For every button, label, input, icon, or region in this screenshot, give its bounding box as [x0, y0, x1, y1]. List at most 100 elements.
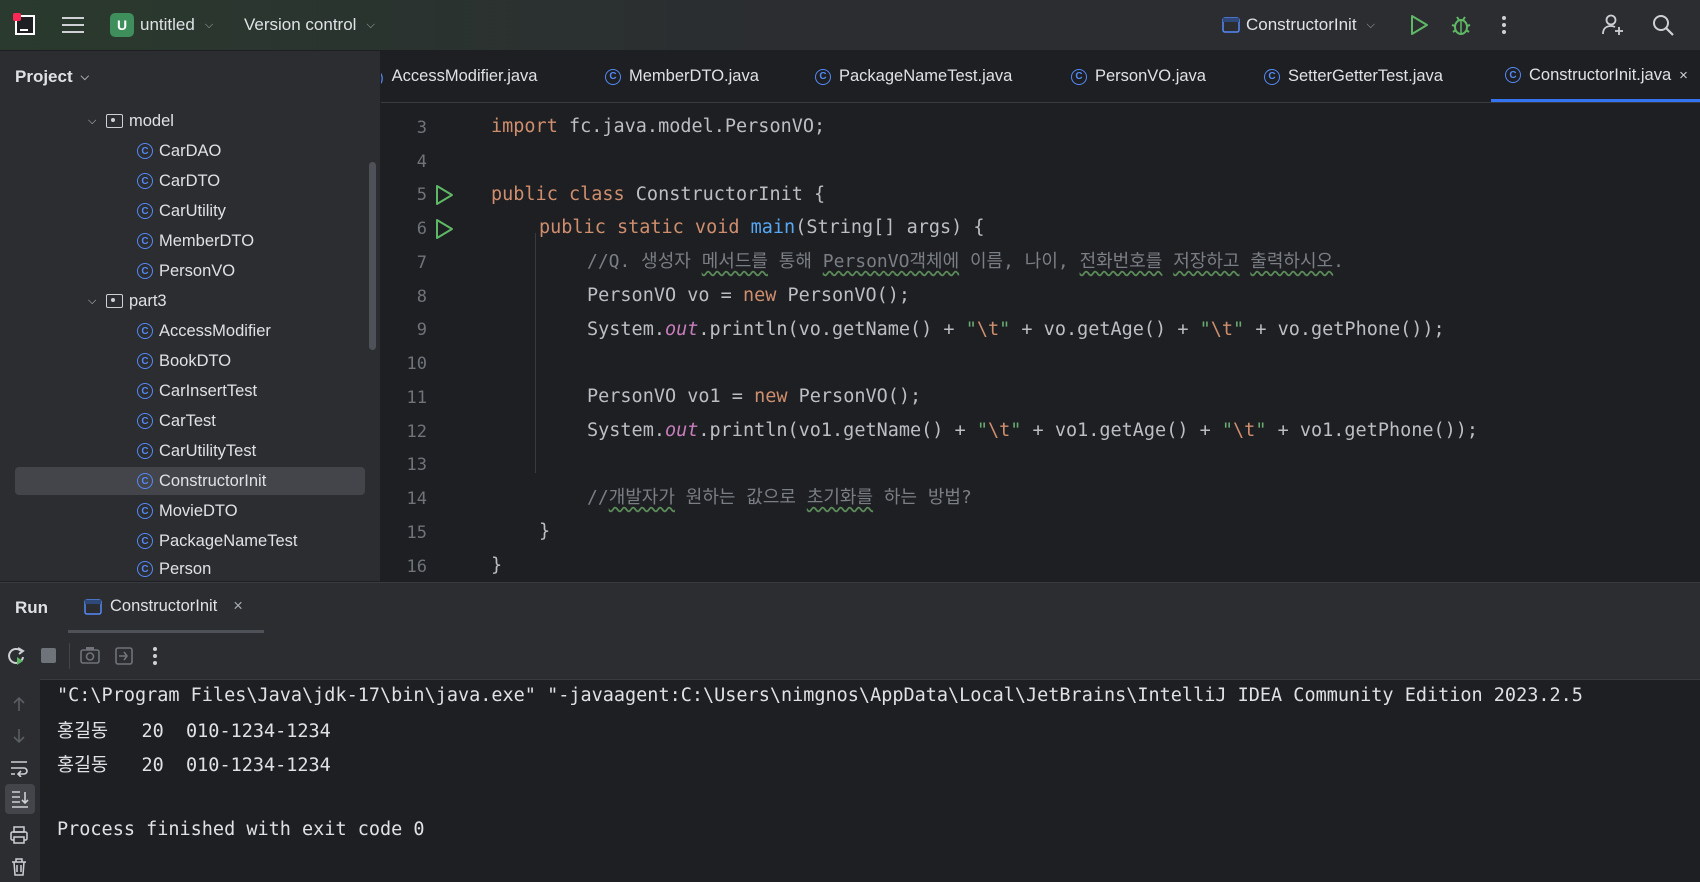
indent-guide: [535, 233, 536, 473]
tree-item-personvo[interactable]: C PersonVO: [137, 257, 235, 285]
code-line-7: //Q. 생성자 메서드를 통해 PersonVO객체에 이름, 나이, 전화번…: [587, 251, 1344, 272]
tree-item-packagenametest[interactable]: C PackageNameTest: [137, 527, 298, 555]
more-actions-button[interactable]: [1491, 12, 1517, 38]
close-icon[interactable]: ×: [1679, 67, 1688, 84]
project-tree-scrollbar[interactable]: [369, 162, 376, 350]
project-panel-title: Project: [15, 67, 73, 86]
stop-icon[interactable]: [41, 648, 56, 663]
vertical-dots-icon[interactable]: [152, 646, 158, 666]
console-output-line: "C:\Program Files\Java\jdk-17\bin\java.e…: [57, 685, 1583, 706]
search-icon: [1653, 15, 1674, 36]
project-selector[interactable]: U untitled ⌵: [110, 0, 213, 50]
tree-item-label: CarUtility: [159, 201, 226, 220]
package-icon: [106, 294, 123, 308]
rerun-icon[interactable]: [6, 646, 26, 666]
soft-wrap-icon[interactable]: [9, 759, 29, 777]
tree-item-person[interactable]: C Person: [137, 557, 211, 581]
class-icon: C: [137, 233, 153, 249]
camera-icon[interactable]: [80, 646, 100, 664]
run-panel: Run ConstructorInit × "C:\Program Files\…: [0, 582, 1700, 882]
tab-personvo[interactable]: C PersonVO.java: [1071, 51, 1206, 102]
run-tab-constructorinit[interactable]: ConstructorInit ×: [68, 583, 264, 633]
tree-item-cardto[interactable]: C CarDTO: [137, 167, 220, 195]
tab-memberdto[interactable]: C MemberDTO.java: [605, 51, 759, 102]
tab-accessmodifier[interactable]: ) AccessModifier.java: [381, 51, 537, 102]
tab-settergettertest[interactable]: C SetterGetterTest.java: [1264, 51, 1443, 102]
line-number: 9: [416, 320, 427, 340]
project-name: untitled: [140, 15, 195, 34]
version-control-menu[interactable]: Version control ⌵: [244, 0, 375, 50]
run-config-selector[interactable]: ConstructorInit ⌵: [1222, 0, 1375, 50]
scroll-to-end-icon: [12, 791, 29, 808]
vertical-dots-icon: [1502, 16, 1506, 34]
run-panel-title: Run: [15, 598, 49, 617]
run-panel-header: Run ConstructorInit ×: [0, 583, 1700, 633]
search-button[interactable]: [1650, 12, 1676, 38]
intellij-logo-icon: [13, 13, 35, 35]
class-icon: C: [137, 561, 153, 577]
tree-item-carinserttest[interactable]: C CarInsertTest: [137, 377, 257, 405]
add-user-button[interactable]: [1600, 12, 1626, 38]
class-icon: C: [1264, 68, 1280, 85]
tree-item-part3[interactable]: ⌵ part3: [88, 287, 167, 315]
bug-icon: [1451, 16, 1471, 35]
line-number: 10: [406, 354, 427, 374]
line-number: 7: [416, 253, 427, 273]
tree-item-bookdto[interactable]: C BookDTO: [137, 347, 231, 375]
class-icon: C: [137, 473, 153, 489]
code-editor[interactable]: 3 4 5 6 7 8 9 10 11 12 13 14 15 16 impor…: [381, 103, 1700, 581]
project-badge: U: [110, 13, 134, 37]
tree-item-label: AccessModifier: [159, 321, 271, 340]
run-button[interactable]: [1406, 12, 1432, 38]
tree-item-label: PersonVO: [159, 261, 236, 280]
tree-item-label: CarTest: [159, 411, 216, 430]
tree-item-model[interactable]: ⌵ model: [88, 107, 174, 135]
chevron-down-icon: ⌵: [80, 70, 89, 83]
tree-item-accessmodifier[interactable]: C AccessModifier: [137, 317, 271, 345]
code-line-12: System.out.println(vo1.getName() + "\t" …: [587, 420, 1479, 441]
class-icon: C: [137, 143, 153, 159]
play-icon: [1411, 15, 1428, 35]
debug-button[interactable]: [1448, 12, 1474, 38]
line-number: 14: [406, 489, 427, 509]
tree-item-cardao[interactable]: C CarDAO: [137, 137, 221, 165]
chevron-down-icon: ⌵: [366, 18, 375, 31]
tab-constructorinit[interactable]: C ConstructorInit.java ×: [1491, 51, 1700, 102]
tree-item-label: part3: [129, 291, 167, 310]
console-output-line: 홍길동 20 010-1234-1234: [57, 755, 331, 776]
tree-item-cartest[interactable]: C CarTest: [137, 407, 216, 435]
scroll-to-end-button[interactable]: [5, 784, 35, 814]
tree-item-label: CarDTO: [159, 171, 221, 190]
run-toolbar: [0, 633, 1700, 680]
tree-item-moviedto[interactable]: C MovieDTO: [137, 497, 238, 525]
arrow-down-icon[interactable]: [11, 727, 27, 745]
tree-item-carutilitytest[interactable]: C CarUtilityTest: [137, 437, 256, 465]
app-logo[interactable]: [13, 0, 35, 50]
class-icon: C: [815, 68, 831, 85]
main-menu-button[interactable]: [62, 0, 84, 50]
line-number: 13: [406, 455, 427, 475]
code-line-15: }: [539, 521, 551, 542]
class-icon: C: [137, 173, 153, 189]
tab-packagenametest[interactable]: C PackageNameTest.java: [815, 51, 1012, 102]
tree-item-label: BookDTO: [159, 351, 232, 370]
class-icon: C: [1505, 67, 1521, 83]
toolbar-divider: [69, 643, 70, 669]
class-icon: C: [1071, 68, 1087, 85]
chevron-down-icon: ⌵: [1366, 18, 1375, 31]
print-icon[interactable]: [9, 825, 29, 845]
exit-icon[interactable]: [114, 646, 134, 666]
tree-item-carutility[interactable]: C CarUtility: [137, 197, 226, 225]
tab-label: PersonVO.java: [1095, 67, 1206, 85]
tree-item-constructorinit[interactable]: C ConstructorInit: [15, 467, 365, 495]
line-number: 15: [406, 523, 427, 543]
run-gutter-icon[interactable]: [434, 184, 454, 206]
project-panel-header[interactable]: Project ⌵: [15, 51, 89, 103]
tree-item-memberdto[interactable]: C MemberDTO: [137, 227, 254, 255]
line-number: 5: [416, 185, 427, 205]
close-icon[interactable]: ×: [233, 597, 243, 616]
run-gutter-icon[interactable]: [434, 218, 454, 240]
arrow-up-icon[interactable]: [11, 695, 27, 713]
trash-icon[interactable]: [10, 857, 28, 877]
code-line-3: import fc.java.model.PersonVO;: [491, 116, 826, 137]
